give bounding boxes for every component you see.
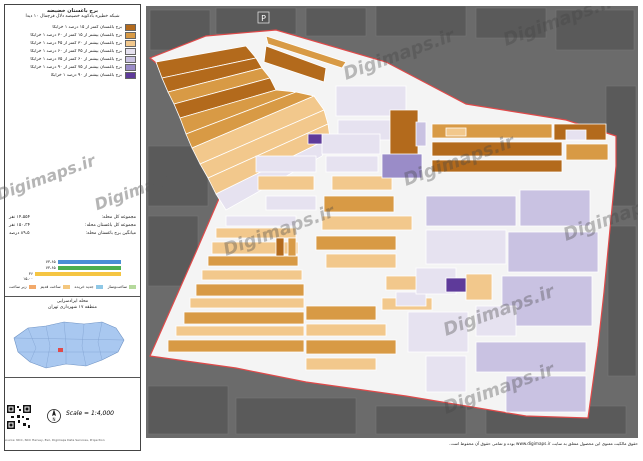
parcel	[183, 311, 305, 325]
category-swatch	[28, 284, 36, 289]
location-marker	[58, 348, 63, 352]
parcel	[565, 129, 587, 141]
legend-item: برج باغستان بیشتر از ۶۰ کمتر از ۷۵ درصد …	[9, 55, 136, 63]
category-swatch	[95, 284, 103, 289]
parcel	[315, 235, 397, 251]
legend-swatch	[125, 47, 136, 55]
parcel	[445, 127, 467, 137]
parcel	[195, 283, 305, 297]
parcel	[201, 269, 303, 281]
stats-bar	[57, 266, 121, 270]
category-item: ساخت‌وساز	[108, 284, 136, 289]
parking-icon: P	[257, 11, 270, 24]
parcel	[425, 355, 467, 393]
parcel	[465, 273, 493, 301]
stats-block: مجموعه کل محله: ۱۴،۵۵۴ نفر مجموعه کل باغس…	[9, 213, 136, 237]
stat-row: میانگین برج باغستان محله: ۸۹،۵ درصد	[9, 230, 136, 236]
parcel	[425, 229, 507, 265]
legend-panel: برج باغستان خضیضه شبکه خطیره بادکوبه خضی…	[4, 4, 141, 451]
parcel	[257, 175, 315, 191]
legend-swatch	[125, 71, 136, 79]
parcel	[321, 133, 381, 155]
legend-item: برج باغستان بیشتر از ۹۰ درصد ۱ خرابکا	[9, 71, 136, 79]
map-scale: Scale = 1:4,000	[66, 410, 114, 417]
legend-item: برج باغستان بیشتر از ۱۵ کمتر از ۳۰ درصد …	[9, 31, 136, 39]
legend-list: برج باغستان کمتر از ۱۵ درصد ۱ خرابکا برج…	[9, 23, 136, 79]
svg-text:P: P	[261, 14, 266, 23]
location-title: محله ایرادسرایی منطقه ۱۷ شهرداری تهران	[48, 299, 97, 310]
panel-subtitle: شبکه خطیره بادکوبه خضیضه دلال فرچمال ۱۰ …	[25, 14, 120, 19]
category-swatch	[129, 284, 136, 289]
parcel	[305, 323, 387, 337]
parcel	[565, 143, 609, 161]
stat-row: مجموعه کل باغستان محله: ۱۵۰،۳۴ نفر	[9, 222, 136, 228]
parcel	[305, 357, 377, 371]
parcel	[175, 325, 305, 337]
copyright-notice: حقوق مالکیت معنوی این محصول متعلق به سای…	[449, 441, 638, 446]
legend-swatch	[125, 55, 136, 63]
stats-bar-label: ۷۳،۶۵	[45, 265, 56, 270]
panel-header: برج باغستان خضیضه شبکه خطیره بادکوبه خضی…	[5, 5, 140, 21]
stats-bar-label: ۳۶ ۱۵،۰۰	[23, 271, 33, 281]
stats-bar	[35, 272, 121, 276]
parcel	[167, 339, 305, 353]
parcel	[415, 121, 427, 147]
parcel	[307, 133, 323, 145]
north-arrow-icon: N	[47, 409, 61, 423]
legend-item: برج باغستان کمتر از ۱۵ درصد ۱ خرابکا	[9, 23, 136, 31]
svg-text:N: N	[53, 417, 56, 422]
category-item: زیر ساخت	[9, 284, 36, 289]
map-credit: Source: NCC, NCC Harvey, Esri, Digimaps …	[4, 438, 105, 442]
legend-item: برج باغستان بیشتر از ۳۰ کمتر از ۴۵ درصد …	[9, 39, 136, 47]
legend-item: برج باغستان بیشتر از ۴۵ کمتر از ۶۰ درصد …	[9, 47, 136, 55]
category-item: ساخت قدیم	[41, 284, 70, 289]
parcel	[389, 109, 419, 157]
parcel	[287, 237, 297, 257]
qr-code-icon	[6, 404, 32, 430]
parcel	[425, 195, 517, 227]
parcel	[207, 255, 299, 267]
stats-bar-chart: ۷۳،۶۵ ۷۳،۶۵ ۳۶ ۱۵،۰۰	[23, 259, 121, 286]
legend-swatch	[125, 39, 136, 47]
category-swatch	[62, 284, 70, 289]
legend-swatch	[125, 31, 136, 39]
legend-swatch	[125, 63, 136, 71]
parcel	[323, 195, 395, 213]
parcel	[305, 339, 397, 355]
stat-row: مجموعه کل محله: ۱۴،۵۵۴ نفر	[9, 214, 136, 220]
parcel	[189, 297, 305, 309]
location-minimap	[6, 318, 132, 373]
stats-bar	[57, 260, 121, 264]
parcel	[445, 277, 467, 293]
legend-item: برج باغستان بیشتر از ۷۵ کمتر از ۹۰ درصد …	[9, 63, 136, 71]
main-map: P Digimaps.ir Digimaps.ir Digimaps.ir Di…	[146, 6, 638, 438]
stats-bar-label: ۷۳،۶۵	[45, 259, 56, 264]
category-legend: ساخت‌وساز جدید خریده ساخت قدیم زیر ساخت	[9, 284, 136, 289]
category-item: جدید خریده	[75, 284, 103, 289]
legend-swatch	[125, 23, 136, 31]
parcel	[325, 155, 379, 173]
parcel	[325, 253, 397, 269]
parcel	[305, 305, 377, 321]
parcel	[255, 155, 317, 173]
